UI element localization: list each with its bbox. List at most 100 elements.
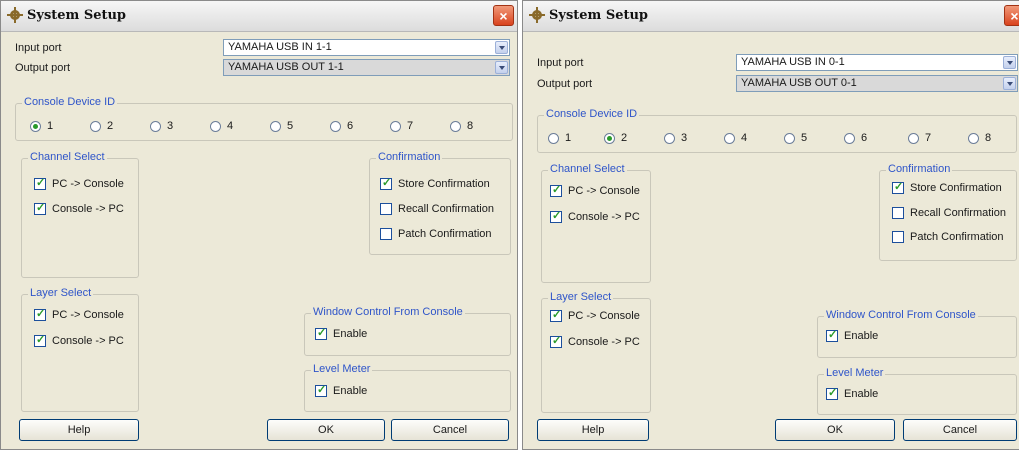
window-control-enable-checkbox[interactable]: Enable [315, 326, 367, 340]
device-id-radio-2[interactable]: 2 [604, 132, 627, 144]
checkbox[interactable] [550, 183, 562, 197]
checkbox[interactable] [550, 308, 562, 322]
confirmation-group: Confirmation Store Confirmation Recall C… [879, 163, 1017, 261]
window-control-enable-checkbox[interactable]: Enable [826, 328, 878, 342]
device-id-radio-1[interactable]: 1 [30, 120, 53, 132]
ok-button[interactable]: OK [775, 419, 895, 441]
radio-button[interactable] [844, 132, 855, 144]
radio-button[interactable] [330, 120, 341, 132]
device-id-radio-8[interactable]: 8 [450, 120, 473, 132]
device-id-radio-5[interactable]: 5 [270, 120, 293, 132]
device-id-radio-2[interactable]: 2 [90, 120, 113, 132]
ok-button[interactable]: OK [267, 419, 385, 441]
device-id-radio-3[interactable]: 3 [150, 120, 173, 132]
device-id-radio-6[interactable]: 6 [844, 132, 867, 144]
title-bar: System Setup × [523, 1, 1019, 32]
radio-button[interactable] [210, 120, 221, 132]
system-setup-dialog-left: System Setup × Input port YAMAHA USB IN … [0, 0, 518, 450]
layer-pc-to-console-checkbox[interactable]: PC -> Console [34, 307, 124, 321]
device-id-radio-6[interactable]: 6 [330, 120, 353, 132]
input-port-value: YAMAHA USB IN 1-1 [228, 41, 332, 53]
output-port-select[interactable]: YAMAHA USB OUT 0-1 [736, 75, 1018, 92]
channel-console-to-pc-checkbox[interactable]: Console -> PC [34, 201, 124, 215]
level-meter-group: Level Meter Enable [304, 363, 511, 412]
checkbox[interactable] [550, 334, 562, 348]
patch-confirmation-checkbox[interactable]: Patch Confirmation [380, 228, 492, 240]
chevron-down-icon[interactable] [495, 61, 508, 74]
dialog-title: System Setup [27, 8, 127, 23]
checkbox[interactable] [34, 176, 46, 190]
output-port-select[interactable]: YAMAHA USB OUT 1-1 [223, 59, 510, 76]
radio-button[interactable] [604, 132, 615, 144]
radio-button[interactable] [90, 120, 101, 132]
channel-console-to-pc-checkbox[interactable]: Console -> PC [550, 209, 640, 223]
layer-console-to-pc-checkbox[interactable]: Console -> PC [550, 334, 640, 348]
checkbox[interactable] [892, 231, 904, 243]
radio-button[interactable] [390, 120, 401, 132]
chevron-down-icon[interactable] [495, 41, 508, 54]
layer-pc-to-console-checkbox[interactable]: PC -> Console [550, 308, 640, 322]
gear-icon [529, 7, 545, 23]
level-meter-enable-checkbox[interactable]: Enable [315, 383, 367, 397]
patch-confirmation-checkbox[interactable]: Patch Confirmation [892, 231, 1004, 243]
window-control-group: Window Control From Console Enable [817, 309, 1017, 358]
window-control-label: Window Control From Console [824, 309, 978, 321]
radio-button[interactable] [450, 120, 461, 132]
chevron-down-icon[interactable] [1003, 56, 1016, 69]
radio-button[interactable] [30, 120, 41, 132]
confirmation-label: Confirmation [376, 151, 443, 163]
checkbox[interactable] [380, 228, 392, 240]
checkbox[interactable] [315, 326, 327, 340]
radio-button[interactable] [548, 132, 559, 144]
device-id-radio-7[interactable]: 7 [390, 120, 413, 132]
gear-icon [7, 7, 23, 23]
cancel-button[interactable]: Cancel [903, 419, 1017, 441]
checkbox[interactable] [826, 328, 838, 342]
input-port-select[interactable]: YAMAHA USB IN 0-1 [736, 54, 1018, 71]
checkbox[interactable] [380, 176, 392, 190]
input-port-value: YAMAHA USB IN 0-1 [741, 56, 845, 68]
checkbox[interactable] [34, 333, 46, 347]
device-id-radio-8[interactable]: 8 [968, 132, 991, 144]
device-id-radio-7[interactable]: 7 [908, 132, 931, 144]
checkbox[interactable] [34, 307, 46, 321]
checkbox[interactable] [892, 207, 904, 219]
cancel-button[interactable]: Cancel [391, 419, 509, 441]
window-control-label: Window Control From Console [311, 306, 465, 318]
checkbox[interactable] [826, 386, 838, 400]
channel-pc-to-console-checkbox[interactable]: PC -> Console [550, 183, 640, 197]
radio-button[interactable] [664, 132, 675, 144]
radio-button[interactable] [968, 132, 979, 144]
input-port-select[interactable]: YAMAHA USB IN 1-1 [223, 39, 510, 56]
radio-button[interactable] [270, 120, 281, 132]
level-meter-enable-checkbox[interactable]: Enable [826, 386, 878, 400]
radio-button[interactable] [724, 132, 735, 144]
device-id-radio-4[interactable]: 4 [724, 132, 747, 144]
level-meter-label: Level Meter [311, 363, 373, 375]
checkbox[interactable] [550, 209, 562, 223]
device-id-radio-3[interactable]: 3 [664, 132, 687, 144]
chevron-down-icon[interactable] [1003, 77, 1016, 90]
radio-button[interactable] [908, 132, 919, 144]
recall-confirmation-checkbox[interactable]: Recall Confirmation [380, 203, 494, 215]
help-button[interactable]: Help [537, 419, 649, 441]
checkbox[interactable] [34, 201, 46, 215]
layer-console-to-pc-checkbox[interactable]: Console -> PC [34, 333, 124, 347]
recall-confirmation-checkbox[interactable]: Recall Confirmation [892, 207, 1006, 219]
channel-pc-to-console-checkbox[interactable]: PC -> Console [34, 176, 124, 190]
device-id-radio-1[interactable]: 1 [548, 132, 571, 144]
close-icon[interactable]: × [493, 5, 514, 26]
store-confirmation-checkbox[interactable]: Store Confirmation [892, 180, 1002, 194]
help-button[interactable]: Help [19, 419, 139, 441]
close-icon[interactable]: × [1004, 5, 1019, 26]
device-id-radio-4[interactable]: 4 [210, 120, 233, 132]
checkbox[interactable] [892, 180, 904, 194]
channel-select-group: Channel Select PC -> Console Console -> … [21, 151, 139, 278]
checkbox[interactable] [315, 383, 327, 397]
confirmation-group: Confirmation Store Confirmation Recall C… [369, 151, 511, 255]
radio-button[interactable] [784, 132, 795, 144]
radio-button[interactable] [150, 120, 161, 132]
checkbox[interactable] [380, 203, 392, 215]
device-id-radio-5[interactable]: 5 [784, 132, 807, 144]
store-confirmation-checkbox[interactable]: Store Confirmation [380, 176, 490, 190]
